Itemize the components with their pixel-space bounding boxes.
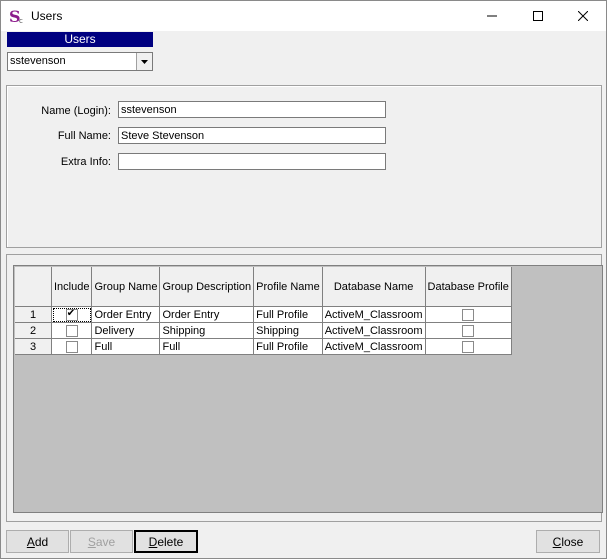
users-window: S c Users Users sstevenson Name (Login):… — [0, 0, 607, 559]
user-details-panel: Name (Login): Full Name: Extra Info: — [6, 85, 602, 248]
row-header-corner — [15, 267, 52, 307]
database-profile-cell[interactable] — [425, 322, 512, 339]
row-number: 2 — [15, 322, 52, 339]
close-window-button[interactable] — [560, 1, 606, 31]
profile-name-cell[interactable]: Full Profile — [253, 338, 323, 355]
fullname-input[interactable] — [118, 127, 386, 144]
column-header-database-name[interactable]: Database Name — [322, 267, 426, 307]
column-header-group-name[interactable]: Group Name — [91, 267, 161, 307]
login-input[interactable] — [118, 101, 386, 118]
column-header-include[interactable]: Include — [51, 267, 93, 307]
svg-text:c: c — [19, 17, 23, 24]
maximize-icon — [533, 11, 543, 21]
include-checkbox[interactable]: ✔ — [65, 307, 78, 321]
row-number: 1 — [15, 306, 52, 323]
maximize-button[interactable] — [515, 1, 561, 31]
close-button[interactable]: Close — [536, 530, 600, 553]
group-name-cell[interactable]: Delivery — [91, 322, 161, 339]
include-cell[interactable] — [51, 322, 93, 339]
column-header-group-description[interactable]: Group Description — [159, 267, 255, 307]
database-name-cell[interactable]: ActiveM_Classroom — [322, 306, 426, 323]
groups-table: Include Group Name Group Description Pro… — [15, 267, 512, 355]
login-label: Name (Login): — [41, 105, 111, 117]
group-name-cell[interactable]: Full — [91, 338, 161, 355]
column-header-database-profile[interactable]: Database Profile — [425, 267, 512, 307]
add-button[interactable]: Add — [6, 530, 69, 553]
group-description-cell[interactable]: Shipping — [159, 322, 255, 339]
column-header-profile-name[interactable]: Profile Name — [253, 267, 323, 307]
minimize-icon — [487, 15, 497, 17]
close-button-label: lose — [561, 534, 584, 549]
window-title: Users — [31, 9, 63, 23]
database-profile-checkbox[interactable] — [462, 324, 475, 337]
include-cell[interactable] — [51, 338, 93, 355]
database-profile-cell[interactable] — [425, 338, 512, 355]
database-profile-checkbox[interactable] — [462, 340, 475, 353]
groups-grid[interactable]: Include Group Name Group Description Pro… — [13, 265, 603, 513]
fullname-label: Full Name: — [57, 130, 111, 142]
close-button-hotkey: C — [552, 534, 562, 549]
group-description-cell[interactable]: Order Entry — [159, 306, 255, 323]
database-profile-checkbox[interactable] — [462, 308, 475, 321]
add-button-hotkey: A — [26, 534, 35, 549]
include-cell[interactable]: ✔ — [51, 306, 93, 323]
save-button[interactable]: Save — [70, 530, 133, 553]
profile-name-cell[interactable]: Full Profile — [253, 306, 323, 323]
delete-button-label: elete — [157, 534, 184, 549]
user-dropdown-value: sstevenson — [10, 55, 66, 67]
delete-button-hotkey: D — [148, 534, 158, 549]
extra-info-label: Extra Info: — [60, 156, 111, 168]
profile-name-cell[interactable]: Shipping — [253, 322, 323, 339]
grid-header-row: Include Group Name Group Description Pro… — [15, 267, 512, 307]
title-bar: S c Users — [1, 1, 606, 31]
database-profile-cell[interactable] — [425, 306, 512, 323]
include-checkbox[interactable] — [65, 340, 78, 353]
add-button-label: dd — [34, 534, 49, 549]
database-name-cell[interactable]: ActiveM_Classroom — [322, 322, 426, 339]
table-row[interactable]: 2 Delivery Shipping Shipping ActiveM_Cla… — [15, 322, 512, 339]
group-description-cell[interactable]: Full — [159, 338, 255, 355]
row-number: 3 — [15, 338, 52, 355]
checkmark-icon: ✔ — [66, 307, 76, 319]
delete-button[interactable]: Delete — [134, 530, 198, 553]
table-row[interactable]: 1 ✔ Order Entry Order Entry Full Profile… — [15, 306, 512, 323]
save-button-label: ave — [95, 534, 116, 549]
dropdown-arrow-button[interactable] — [136, 53, 152, 70]
groups-grid-panel: Include Group Name Group Description Pro… — [6, 254, 603, 522]
save-button-hotkey: S — [87, 534, 96, 549]
table-row[interactable]: 3 Full Full Full Profile ActiveM_Classro… — [15, 338, 512, 355]
minimize-button[interactable] — [469, 1, 515, 31]
chevron-down-icon — [141, 59, 148, 64]
user-dropdown[interactable]: sstevenson — [7, 52, 153, 71]
app-icon: S c — [9, 8, 23, 24]
users-header: Users — [7, 32, 153, 47]
include-checkbox[interactable] — [65, 324, 78, 337]
close-icon — [578, 11, 588, 21]
extra-info-input[interactable] — [118, 153, 386, 170]
group-name-cell[interactable]: Order Entry — [91, 306, 161, 323]
database-name-cell[interactable]: ActiveM_Classroom — [322, 338, 426, 355]
